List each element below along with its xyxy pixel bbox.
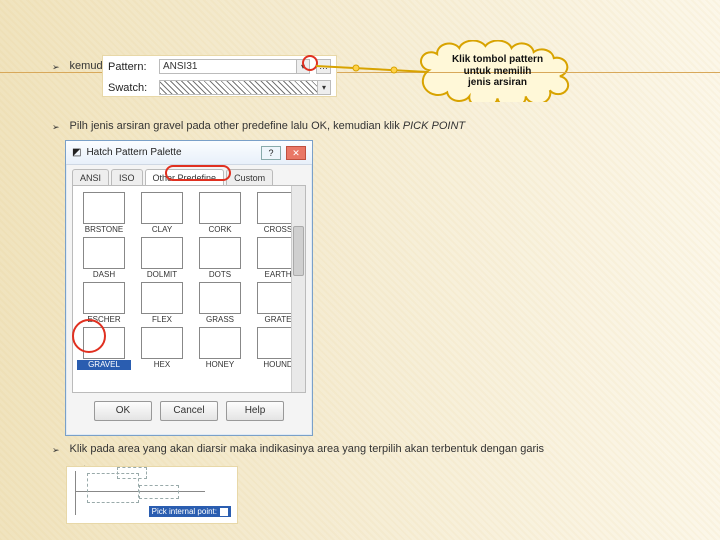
callout-connector bbox=[316, 62, 430, 82]
help-button[interactable]: Help bbox=[226, 401, 284, 421]
callout-cloud: Klik tombol pattern untuk memilih jenis … bbox=[425, 48, 570, 94]
pattern-caption: CORK bbox=[193, 225, 247, 235]
close-icon[interactable]: ✕ bbox=[286, 146, 306, 160]
pattern-caption: CLAY bbox=[135, 225, 189, 235]
highlight-circle-icon bbox=[72, 319, 106, 353]
pattern-caption: DOTS bbox=[193, 270, 247, 280]
callout-line1: Klik tombol pattern bbox=[433, 54, 562, 66]
pattern-caption: GRASS bbox=[193, 315, 247, 325]
pattern-label: Pattern: bbox=[108, 61, 153, 73]
pattern-item-flex[interactable]: FLEX bbox=[135, 282, 189, 325]
dialog-button-row: OK Cancel Help bbox=[66, 393, 312, 421]
pattern-thumb bbox=[141, 237, 183, 269]
pattern-item-dash[interactable]: DASH bbox=[77, 237, 131, 280]
pattern-thumb bbox=[199, 282, 241, 314]
pattern-item-dots[interactable]: DOTS bbox=[193, 237, 247, 280]
pattern-caption: GRAVEL bbox=[77, 360, 131, 370]
pattern-thumb bbox=[83, 237, 125, 269]
pattern-item-clay[interactable]: CLAY bbox=[135, 192, 189, 235]
callout-line3: jenis arsiran bbox=[433, 77, 562, 89]
tooltip-text: Pick internal point: bbox=[152, 507, 217, 516]
swatch-label: Swatch: bbox=[108, 82, 153, 94]
bullet-2-text: Pilh jenis arsiran gravel pada other pre… bbox=[70, 120, 466, 132]
pattern-dropdown[interactable]: ANSI31 ▾ bbox=[159, 59, 310, 74]
pattern-caption: HEX bbox=[135, 360, 189, 370]
pattern-thumb bbox=[199, 327, 241, 359]
chevron-down-icon[interactable]: ▾ bbox=[317, 81, 330, 94]
tab-ansi[interactable]: ANSI bbox=[72, 169, 109, 185]
pattern-item-dolmit[interactable]: DOLMIT bbox=[135, 237, 189, 280]
tab-custom[interactable]: Custom bbox=[226, 169, 273, 185]
pattern-caption: DOLMIT bbox=[135, 270, 189, 280]
ok-button[interactable]: OK bbox=[94, 401, 152, 421]
pattern-value: ANSI31 bbox=[163, 61, 197, 72]
bullet-icon: ➢ bbox=[52, 445, 60, 456]
pattern-caption: FLEX bbox=[135, 315, 189, 325]
pattern-thumb bbox=[83, 282, 125, 314]
pattern-thumb bbox=[141, 282, 183, 314]
scrollbar-thumb[interactable] bbox=[293, 226, 304, 276]
swatch-preview[interactable]: ▾ bbox=[159, 80, 331, 95]
pattern-item-honey[interactable]: HONEY bbox=[193, 327, 247, 370]
cancel-button[interactable]: Cancel bbox=[160, 401, 218, 421]
bullet-icon: ➢ bbox=[52, 122, 60, 133]
callout-line2: untuk memilih bbox=[433, 66, 562, 78]
highlight-circle-icon bbox=[165, 165, 231, 181]
cursor-icon bbox=[220, 508, 228, 516]
bullet-2: ➢ Pilh jenis arsiran gravel pada other p… bbox=[52, 120, 465, 133]
pattern-caption: BRSTONE bbox=[77, 225, 131, 235]
pattern-grid: BRSTONECLAYCORKCROSSDASHDOLMITDOTSEARTHE… bbox=[72, 185, 306, 393]
pattern-item-brstone[interactable]: BRSTONE bbox=[77, 192, 131, 235]
app-icon: ◩ bbox=[72, 147, 81, 158]
pattern-thumb bbox=[141, 327, 183, 359]
dialog-titlebar[interactable]: ◩ Hatch Pattern Palette ? ✕ bbox=[66, 141, 312, 165]
pattern-thumb bbox=[141, 192, 183, 224]
bullet-icon: ➢ bbox=[52, 62, 60, 73]
tab-iso[interactable]: ISO bbox=[111, 169, 143, 185]
pattern-item-cork[interactable]: CORK bbox=[193, 192, 247, 235]
help-button[interactable]: ? bbox=[261, 146, 281, 160]
dialog-title: Hatch Pattern Palette bbox=[86, 147, 181, 158]
pattern-thumb bbox=[199, 237, 241, 269]
hatch-palette-dialog: ◩ Hatch Pattern Palette ? ✕ ANSI ISO Oth… bbox=[65, 140, 313, 436]
pattern-item-grass[interactable]: GRASS bbox=[193, 282, 247, 325]
scrollbar[interactable] bbox=[291, 186, 305, 392]
pattern-caption: HONEY bbox=[193, 360, 247, 370]
pattern-thumb bbox=[199, 192, 241, 224]
prompt-tooltip: Pick internal point: bbox=[149, 506, 231, 517]
bullet-3-text-a: Klik pada area yang akan diarsir maka in… bbox=[70, 443, 545, 455]
pattern-thumb bbox=[83, 192, 125, 224]
pattern-caption: DASH bbox=[77, 270, 131, 280]
pattern-item-hex[interactable]: HEX bbox=[135, 327, 189, 370]
pickpoint-figure: Pick internal point: bbox=[66, 466, 238, 524]
